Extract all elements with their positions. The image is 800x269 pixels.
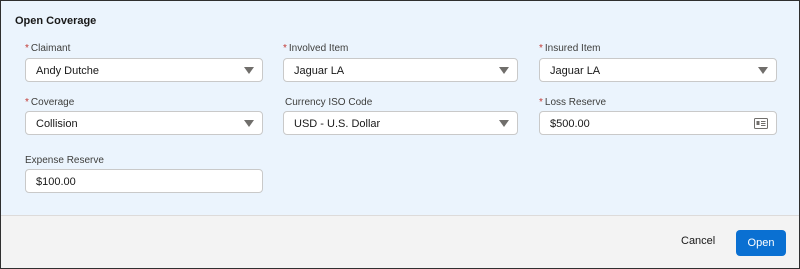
chevron-down-icon [499,120,509,127]
currency-label: Currency ISO Code [285,97,373,108]
insured-item-select[interactable]: Jaguar LA [539,58,777,82]
card-icon [754,118,768,129]
involved-item-value: Jaguar LA [294,65,345,77]
required-marker: * [25,97,29,108]
required-marker: * [25,43,29,54]
claimant-value: Andy Dutche [36,65,99,77]
expense-reserve-input[interactable]: $100.00 [25,169,263,193]
claimant-select[interactable]: Andy Dutche [25,58,263,82]
required-marker: * [539,43,543,54]
chevron-down-icon [758,67,768,74]
involved-item-label: * Involved Item [283,43,349,54]
involved-item-select[interactable]: Jaguar LA [283,58,518,82]
cancel-button[interactable]: Cancel [681,235,715,247]
insured-item-value: Jaguar LA [550,65,601,77]
panel-title: Open Coverage [15,15,97,27]
dialog-footer: Cancel Open [1,215,799,268]
insured-item-label: * Insured Item [539,43,601,54]
chevron-down-icon [499,67,509,74]
coverage-select[interactable]: Collision [25,111,263,135]
chevron-down-icon [244,67,254,74]
chevron-down-icon [244,120,254,127]
loss-reserve-label: * Loss Reserve [539,97,607,108]
open-button[interactable]: Open [736,230,786,256]
required-marker: * [539,97,543,108]
coverage-value: Collision [36,118,78,130]
currency-value: USD - U.S. Dollar [294,118,381,130]
claimant-label: * Claimant [25,43,71,54]
required-marker: * [283,43,287,54]
open-coverage-dialog: Open Coverage * Claimant Andy Dutche * Inv… [0,0,800,269]
currency-select[interactable]: USD - U.S. Dollar [283,111,518,135]
coverage-label: * Coverage [25,97,75,108]
expense-reserve-label: Expense Reserve [25,155,104,166]
loss-reserve-value: $500.00 [550,118,590,130]
form-panel: Open Coverage * Claimant Andy Dutche * Inv… [1,1,799,215]
loss-reserve-input[interactable]: $500.00 [539,111,777,135]
expense-reserve-value: $100.00 [36,176,76,188]
